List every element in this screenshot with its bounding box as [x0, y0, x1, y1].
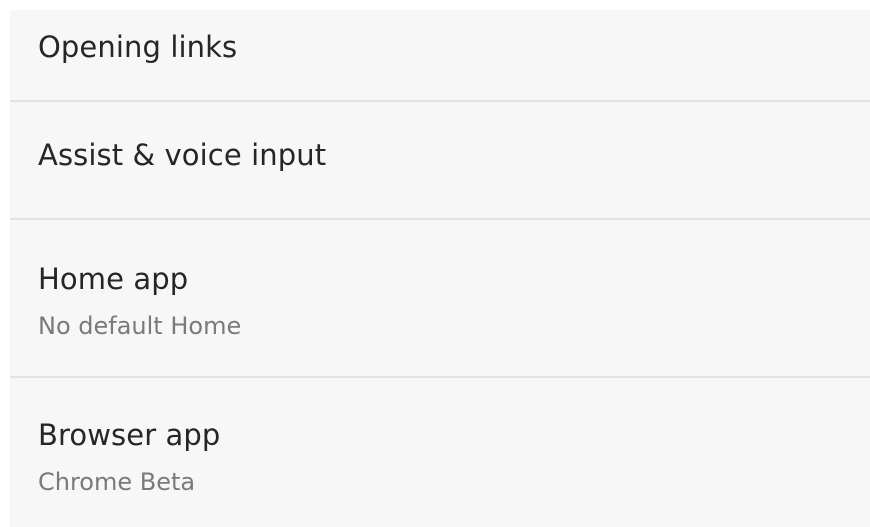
settings-item-title: Browser app: [38, 418, 221, 452]
settings-item-title: Opening links: [38, 30, 238, 64]
settings-item-title: Home app: [38, 262, 189, 296]
default-apps-settings-panel: Opening links Assist & voice input Home …: [10, 10, 870, 527]
settings-item-assist-voice-input[interactable]: Assist & voice input: [10, 102, 870, 220]
settings-item-opening-links[interactable]: Opening links: [10, 10, 870, 102]
settings-list: Opening links Assist & voice input Home …: [10, 10, 870, 525]
settings-item-home-app[interactable]: Home app No default Home: [10, 220, 870, 378]
settings-item-summary: No default Home: [38, 312, 242, 340]
settings-item-summary: Chrome Beta: [38, 468, 196, 496]
settings-item-browser-app[interactable]: Browser app Chrome Beta: [10, 378, 870, 525]
settings-item-title: Assist & voice input: [38, 138, 327, 172]
